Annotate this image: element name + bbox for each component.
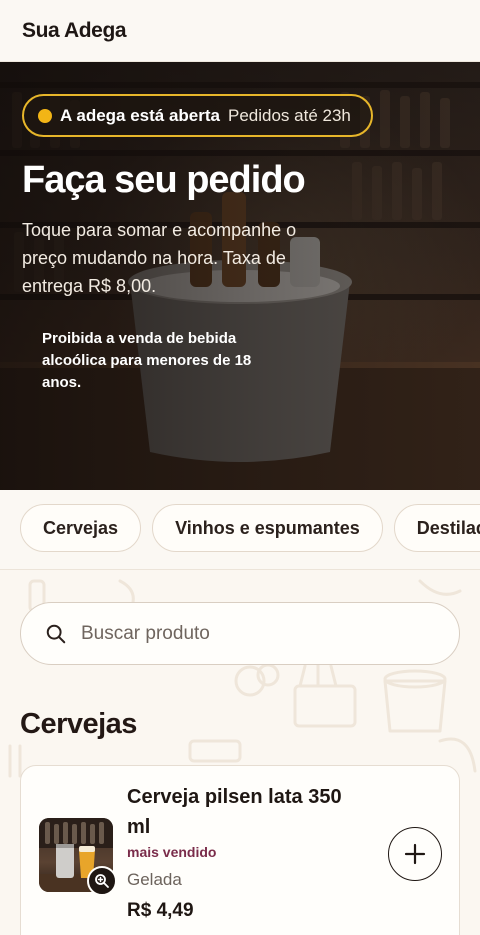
brand-logo-text[interactable]: Sua Adega	[22, 19, 127, 43]
hero-description: Toque para somar e acompanhe o preço mud…	[22, 220, 297, 296]
product-catalog: Cervejas	[0, 571, 480, 935]
product-price: R$ 4,49	[127, 900, 194, 921]
product-description: Gelada	[127, 870, 182, 889]
product-name: Cerveja pilsen lata 350 ml	[127, 786, 342, 838]
product-badge: mais vendido	[127, 844, 217, 860]
search-bar[interactable]	[20, 602, 460, 665]
category-chip-cervejas[interactable]: Cervejas	[20, 504, 142, 552]
add-to-cart-button[interactable]	[388, 827, 442, 881]
age-warning: Proibida a venda de bebida alcoólica par…	[42, 330, 252, 391]
section-title: Cervejas	[20, 708, 137, 740]
status-dot-icon	[38, 108, 52, 123]
hero-content: A adega está aberta Pedidos até 23h Faça…	[22, 94, 460, 394]
product-card[interactable]: Cerveja pilsen lata 350 ml mais vendido …	[20, 765, 460, 935]
zoom-in-icon	[95, 874, 109, 888]
category-bar: Cervejas Vinhos e espumantes Destilados	[0, 490, 480, 570]
category-chip-vinhos[interactable]: Vinhos e espumantes	[152, 504, 383, 552]
zoom-image-button[interactable]	[87, 866, 117, 896]
hero-title: Faça seu pedido	[22, 159, 306, 201]
hero-banner: A adega está aberta Pedidos até 23h Faça…	[0, 62, 480, 490]
search-icon	[46, 624, 66, 643]
plus-icon	[404, 843, 426, 865]
app-header: Sua Adega	[0, 0, 480, 62]
search-input[interactable]	[81, 622, 401, 645]
category-chip-destilados[interactable]: Destilados	[393, 504, 480, 552]
store-status-pill: A adega está aberta Pedidos até 23h	[22, 94, 373, 137]
order-hours-label: Pedidos até 23h	[228, 105, 351, 125]
store-open-label: A adega está aberta	[60, 105, 220, 125]
category-list[interactable]: Cervejas Vinhos e espumantes Destilados	[0, 490, 480, 552]
